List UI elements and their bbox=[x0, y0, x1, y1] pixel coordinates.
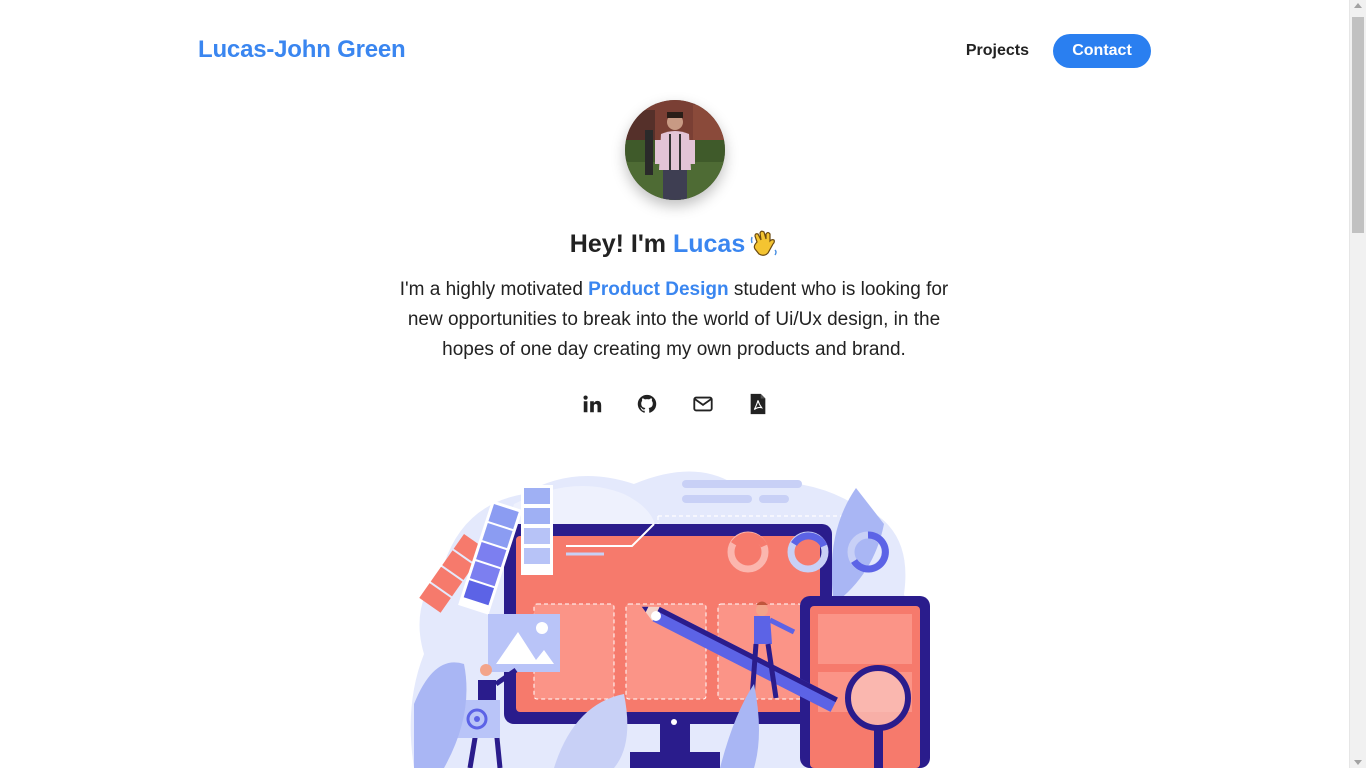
intro-highlight: Product Design bbox=[588, 279, 729, 300]
greeting-name: Lucas bbox=[672, 230, 746, 258]
linkedin-icon[interactable] bbox=[580, 392, 604, 416]
scroll-thumb[interactable] bbox=[1352, 17, 1364, 233]
intro-prefix: I'm a highly motivated bbox=[399, 279, 589, 300]
github-icon[interactable] bbox=[635, 392, 659, 416]
greeting-prefix: Hey! I'm bbox=[569, 230, 673, 258]
greeting-heading: Hey! I'm Lucas bbox=[0, 228, 1349, 259]
waving-hand-icon bbox=[749, 228, 779, 258]
avatar-photo bbox=[625, 100, 725, 200]
page-scrollbar[interactable] bbox=[1349, 0, 1366, 768]
brand-logo-link[interactable]: Lucas-John Green bbox=[198, 36, 406, 64]
nav-projects-link[interactable]: Projects bbox=[966, 42, 1029, 60]
scroll-up-arrow-icon[interactable] bbox=[1354, 3, 1362, 8]
pdf-resume-icon[interactable] bbox=[746, 392, 770, 416]
email-icon[interactable] bbox=[691, 392, 715, 416]
top-nav: Projects Contact bbox=[966, 34, 1151, 68]
scroll-down-arrow-icon[interactable] bbox=[1354, 760, 1362, 765]
intro-paragraph: I'm a highly motivated Product Design st… bbox=[384, 275, 964, 365]
hero-illustration bbox=[404, 464, 944, 768]
avatar bbox=[625, 100, 725, 200]
contact-button[interactable]: Contact bbox=[1053, 34, 1151, 68]
social-links bbox=[580, 392, 770, 416]
page: Lucas-John Green Projects Contact Hey! I… bbox=[0, 0, 1349, 768]
